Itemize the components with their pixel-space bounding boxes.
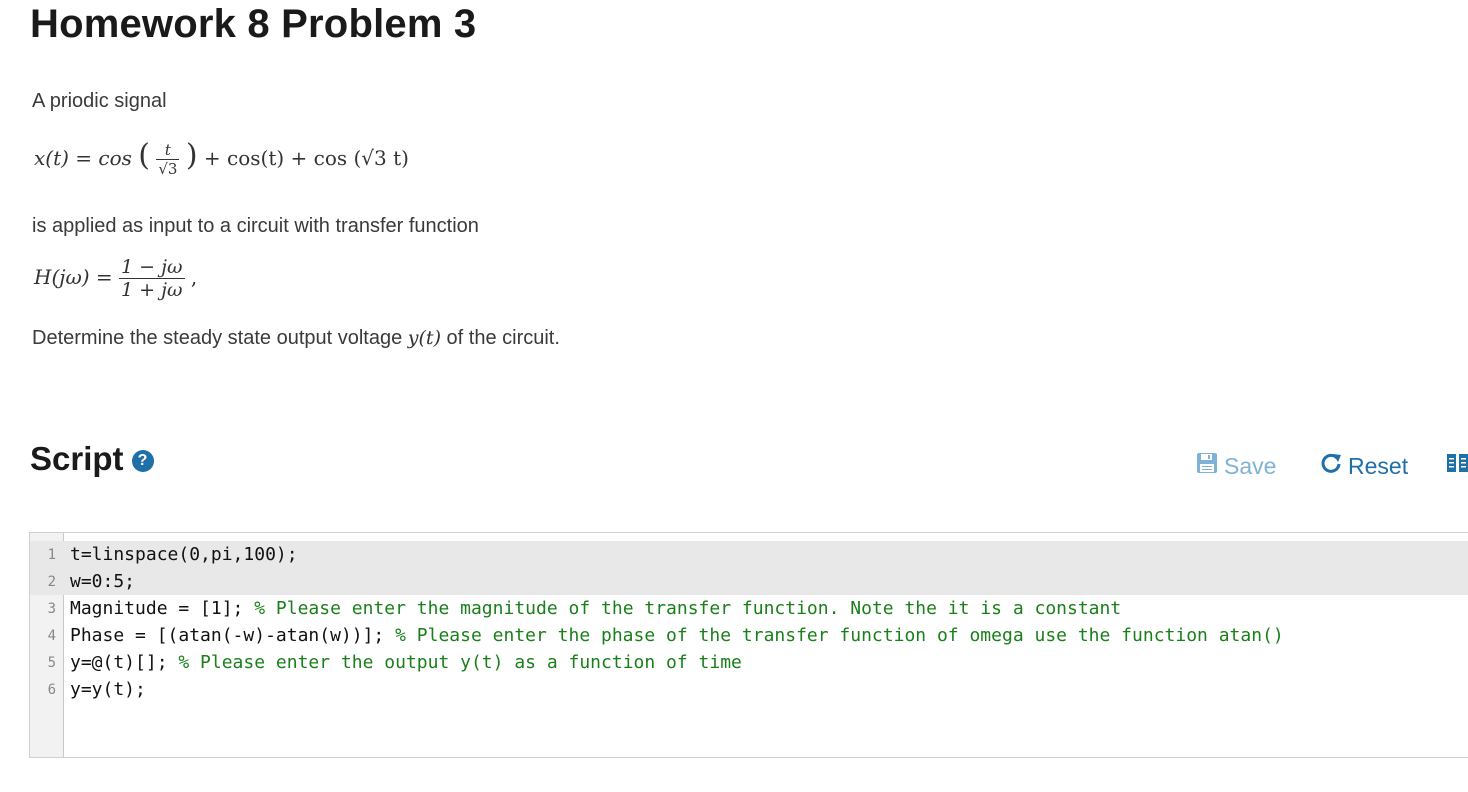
code-text: y=@(t)[]; % Please enter the output y(t)…	[70, 652, 742, 673]
line-number: 6	[47, 681, 56, 698]
signal-lhs: x(t) = cos	[34, 146, 132, 170]
code-text: Magnitude = [1]; % Please enter the magn…	[70, 598, 1122, 619]
line-number: 5	[47, 654, 56, 671]
determine-before: Determine the steady state output voltag…	[32, 327, 408, 349]
tf-lhs: H(jω) =	[34, 265, 113, 289]
signal-rest: + cos(t) + cos (√3 t)	[203, 146, 409, 170]
code-text: Phase = [(atan(-w)-atan(w))]; % Please e…	[70, 625, 1284, 646]
tf-numerator: 1 − jω	[119, 256, 185, 279]
intro-text: A priodic signal	[32, 90, 167, 112]
determine-after: of the circuit.	[440, 327, 560, 349]
save-button[interactable]: Save	[1196, 452, 1276, 480]
code-editor[interactable]: 1 t=linspace(0,pi,100); 2 w=0:5; 3 Magni…	[29, 532, 1468, 758]
line-number: 2	[47, 573, 56, 590]
book-icon	[1447, 452, 1468, 479]
code-text: t=linspace(0,pi,100);	[70, 544, 298, 565]
reset-icon	[1320, 452, 1342, 480]
script-heading: Script ?	[30, 440, 154, 478]
page-title: Homework 8 Problem 3	[30, 2, 477, 46]
code-line[interactable]: 1 t=linspace(0,pi,100);	[30, 541, 1468, 568]
signal-equation: x(t) = cos ( t √3 ) + cos(t) + cos (√3 t…	[34, 138, 409, 178]
code-text: w=0:5;	[70, 571, 136, 592]
code-line[interactable]: 2 w=0:5;	[30, 568, 1468, 595]
line-number: 4	[47, 627, 56, 644]
signal-fraction-den: √3	[158, 160, 178, 178]
code-line[interactable]: 4 Phase = [(atan(-w)-atan(w))]; % Please…	[30, 622, 1468, 649]
help-icon[interactable]: ?	[131, 450, 154, 472]
determine-sentence: Determine the steady state output voltag…	[32, 327, 560, 350]
signal-fraction-num: t	[156, 141, 180, 160]
determine-math: y(t)	[407, 327, 441, 349]
reset-button[interactable]: Reset	[1320, 452, 1408, 480]
save-icon	[1196, 452, 1218, 480]
code-text: y=y(t);	[70, 679, 146, 700]
transfer-function-equation: H(jω) = 1 − jω 1 + jω ,	[34, 256, 197, 301]
code-line[interactable]: 5 y=@(t)[]; % Please enter the output y(…	[30, 649, 1468, 676]
documentation-button[interactable]	[1447, 452, 1468, 479]
line-number: 3	[47, 600, 56, 617]
script-heading-label: Script	[30, 440, 124, 477]
code-line[interactable]: 6 y=y(t);	[30, 676, 1468, 703]
tf-denominator: 1 + jω	[121, 279, 183, 301]
tf-comma: ,	[190, 265, 198, 289]
code-line[interactable]: 3 Magnitude = [1]; % Please enter the ma…	[30, 595, 1468, 622]
line-number: 1	[47, 546, 56, 563]
input-sentence: is applied as input to a circuit with tr…	[32, 215, 479, 237]
reset-label: Reset	[1348, 452, 1409, 479]
save-label: Save	[1224, 452, 1277, 479]
